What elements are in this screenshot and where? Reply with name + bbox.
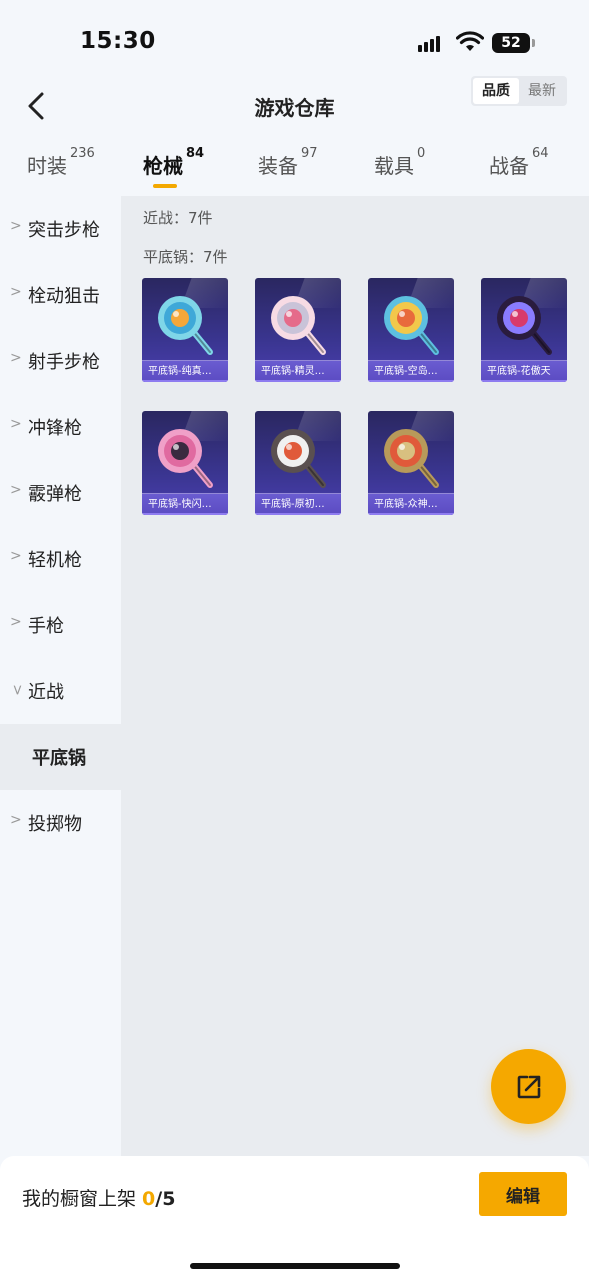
sidebar: > 突击步枪 > 栓动狙击 > 射手步枪 > 冲锋枪 > 霰弹枪 > 轻机枪 > 手枪 > 近战… [0, 196, 121, 1156]
sidebar-item-melee[interactable]: > 近战 [0, 658, 121, 724]
chevron-right-icon: > [10, 416, 22, 432]
pan-icon [497, 296, 552, 355]
item-card[interactable]: 平底锅-花傲天 [481, 278, 567, 382]
showcase-status: 我的橱窗上架 0/5 [22, 1184, 175, 1211]
content-area: 近战：7件 平底锅：7件 平底锅-纯真… 平底锅-精灵… 平底锅-空岛… 平底锅-花傲… [121, 196, 589, 1156]
status-time: 15:30 [80, 28, 156, 54]
sidebar-item-label: 轻机枪 [28, 550, 82, 571]
chevron-down-icon: > [8, 684, 25, 696]
item-card[interactable]: 平底锅-快闪… [142, 411, 228, 515]
pan-icon [158, 429, 213, 488]
bottom-bar: 我的橱窗上架 0/5 编辑 [0, 1156, 589, 1280]
signal-icon [418, 34, 446, 52]
sidebar-item-throwable[interactable]: > 投掷物 [0, 790, 121, 856]
melee-group-label: 近战：7件 [143, 209, 213, 227]
sort-latest-button[interactable]: 最新 [519, 78, 565, 104]
item-card[interactable]: 平底锅-纯真… [142, 278, 228, 382]
tab-vehicles[interactable]: 载具0 [374, 146, 425, 179]
chevron-right-icon: > [10, 548, 22, 564]
battery-level: 52 [501, 35, 521, 51]
item-card[interactable]: 平底锅-众神… [368, 411, 454, 515]
sort-toggle[interactable]: 品质 最新 [471, 76, 567, 106]
sort-quality-button[interactable]: 品质 [473, 78, 519, 104]
pan-icon [384, 429, 439, 488]
active-tab-indicator [153, 184, 177, 188]
sidebar-item-label: 手枪 [28, 616, 64, 637]
sidebar-item-pan[interactable]: 平底锅 [0, 724, 121, 790]
edit-button[interactable]: 编辑 [479, 1172, 567, 1216]
wifi-icon [456, 31, 484, 51]
tab-count: 236 [70, 146, 95, 161]
battery-icon: 52 [492, 33, 530, 53]
item-caption: 平底锅-精灵… [255, 360, 341, 382]
tab-count: 64 [532, 146, 549, 161]
chevron-right-icon: > [10, 284, 22, 300]
sidebar-item-label: 霰弹枪 [28, 484, 82, 505]
sidebar-item-lmg[interactable]: > 轻机枪 [0, 526, 121, 592]
battery-cap [532, 39, 535, 47]
sidebar-item-label: 投掷物 [28, 814, 82, 835]
sidebar-item-label: 射手步枪 [28, 352, 100, 373]
item-caption: 平底锅-纯真… [142, 360, 228, 382]
tab-count: 84 [186, 146, 205, 161]
sidebar-item-label: 平底锅 [32, 748, 86, 769]
category-tabs: 时装236 枪械84 装备97 载具0 战备64 [0, 140, 589, 196]
pan-icon [271, 296, 326, 355]
showcase-count: 0 [142, 1188, 156, 1210]
chevron-right-icon: > [10, 482, 22, 498]
external-link-icon [517, 1075, 541, 1099]
item-card[interactable]: 平底锅-精灵… [255, 278, 341, 382]
share-fab-button[interactable] [491, 1049, 566, 1124]
item-caption: 平底锅-众神… [368, 493, 454, 515]
tab-label: 战备 [489, 154, 529, 178]
pan-group-label: 平底锅：7件 [143, 248, 228, 266]
sidebar-item-shotgun[interactable]: > 霰弹枪 [0, 460, 121, 526]
tab-label: 装备 [258, 154, 298, 178]
pan-icon [158, 296, 213, 355]
chevron-right-icon: > [10, 350, 22, 366]
sidebar-item-pistol[interactable]: > 手枪 [0, 592, 121, 658]
item-caption: 平底锅-花傲天 [481, 360, 567, 382]
pan-icon [384, 296, 439, 355]
sidebar-item-label: 冲锋枪 [28, 418, 82, 439]
sidebar-item-smg[interactable]: > 冲锋枪 [0, 394, 121, 460]
tab-tactical[interactable]: 战备64 [489, 146, 549, 179]
sidebar-item-dmr[interactable]: > 射手步枪 [0, 328, 121, 394]
sidebar-item-label: 突击步枪 [28, 220, 100, 241]
sidebar-item-label: 近战 [28, 682, 64, 703]
nav-bar: 游戏仓库 品质 最新 [0, 76, 589, 136]
tab-count: 97 [301, 146, 318, 161]
tab-label: 枪械 [143, 154, 183, 178]
sidebar-item-label: 栓动狙击 [28, 286, 100, 307]
item-caption: 平底锅-空岛… [368, 360, 454, 382]
chevron-right-icon: > [10, 614, 22, 630]
showcase-label: 我的橱窗上架 [22, 1188, 143, 1210]
tab-count: 0 [417, 146, 426, 161]
pan-icon [271, 429, 326, 488]
tab-equipment[interactable]: 装备97 [258, 146, 318, 179]
item-card[interactable]: 平底锅-原初… [255, 411, 341, 515]
sidebar-item-bolt-sniper[interactable]: > 栓动狙击 [0, 262, 121, 328]
tab-label: 时装 [27, 154, 67, 178]
showcase-total: /5 [155, 1188, 176, 1210]
item-card[interactable]: 平底锅-空岛… [368, 278, 454, 382]
status-bar: 15:30 52 [0, 0, 589, 76]
chevron-right-icon: > [10, 218, 22, 234]
item-caption: 平底锅-原初… [255, 493, 341, 515]
home-indicator [190, 1263, 400, 1269]
sidebar-item-assault-rifle[interactable]: > 突击步枪 [0, 196, 121, 262]
tab-firearms[interactable]: 枪械84 [143, 146, 204, 179]
tab-label: 载具 [374, 154, 414, 178]
item-caption: 平底锅-快闪… [142, 493, 228, 515]
chevron-right-icon: > [10, 812, 22, 828]
tab-fashion[interactable]: 时装236 [27, 146, 95, 179]
